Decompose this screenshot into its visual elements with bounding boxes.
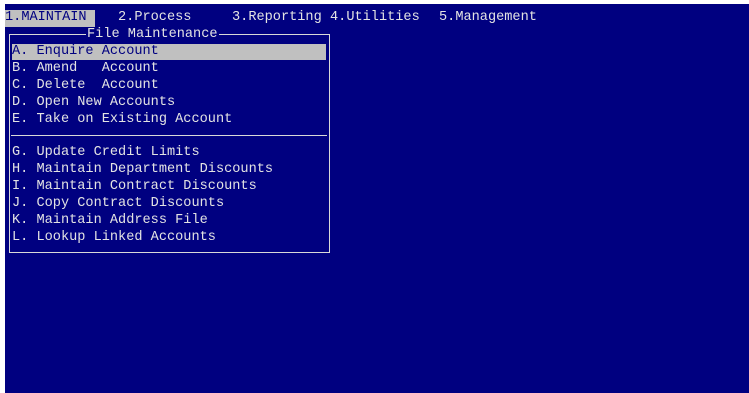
option-update-credit-limits[interactable]: G. Update Credit Limits — [12, 145, 200, 161]
option-delete-account[interactable]: C. Delete Account — [12, 78, 159, 94]
option-open-new-accounts[interactable]: D. Open New Accounts — [12, 95, 175, 111]
option-maintain-address-file[interactable]: K. Maintain Address File — [12, 213, 208, 229]
menu-management[interactable]: 5.Management — [439, 10, 537, 27]
option-lookup-linked-accounts[interactable]: L. Lookup Linked Accounts — [12, 230, 216, 246]
option-maintain-contract-discounts[interactable]: I. Maintain Contract Discounts — [12, 179, 257, 195]
option-take-on-existing-account[interactable]: E. Take on Existing Account — [12, 112, 232, 128]
menu-maintain[interactable]: 1.MAINTAIN — [5, 10, 95, 27]
option-copy-contract-discounts[interactable]: J. Copy Contract Discounts — [12, 196, 224, 212]
menu-reporting[interactable]: 3.Reporting — [232, 10, 322, 27]
option-enquire-account[interactable]: A. Enquire Account — [12, 44, 326, 60]
panel-title: File Maintenance — [86, 27, 219, 42]
menu-process[interactable]: 2.Process — [118, 10, 191, 27]
menu-utilities[interactable]: 4.Utilities — [330, 10, 420, 27]
option-maintain-department-discounts[interactable]: H. Maintain Department Discounts — [12, 162, 273, 178]
terminal-screen: 1.MAINTAIN 2.Process 3.Reporting 4.Utili… — [5, 4, 749, 393]
option-amend-account[interactable]: B. Amend Account — [12, 61, 159, 77]
menu-divider — [11, 135, 327, 136]
